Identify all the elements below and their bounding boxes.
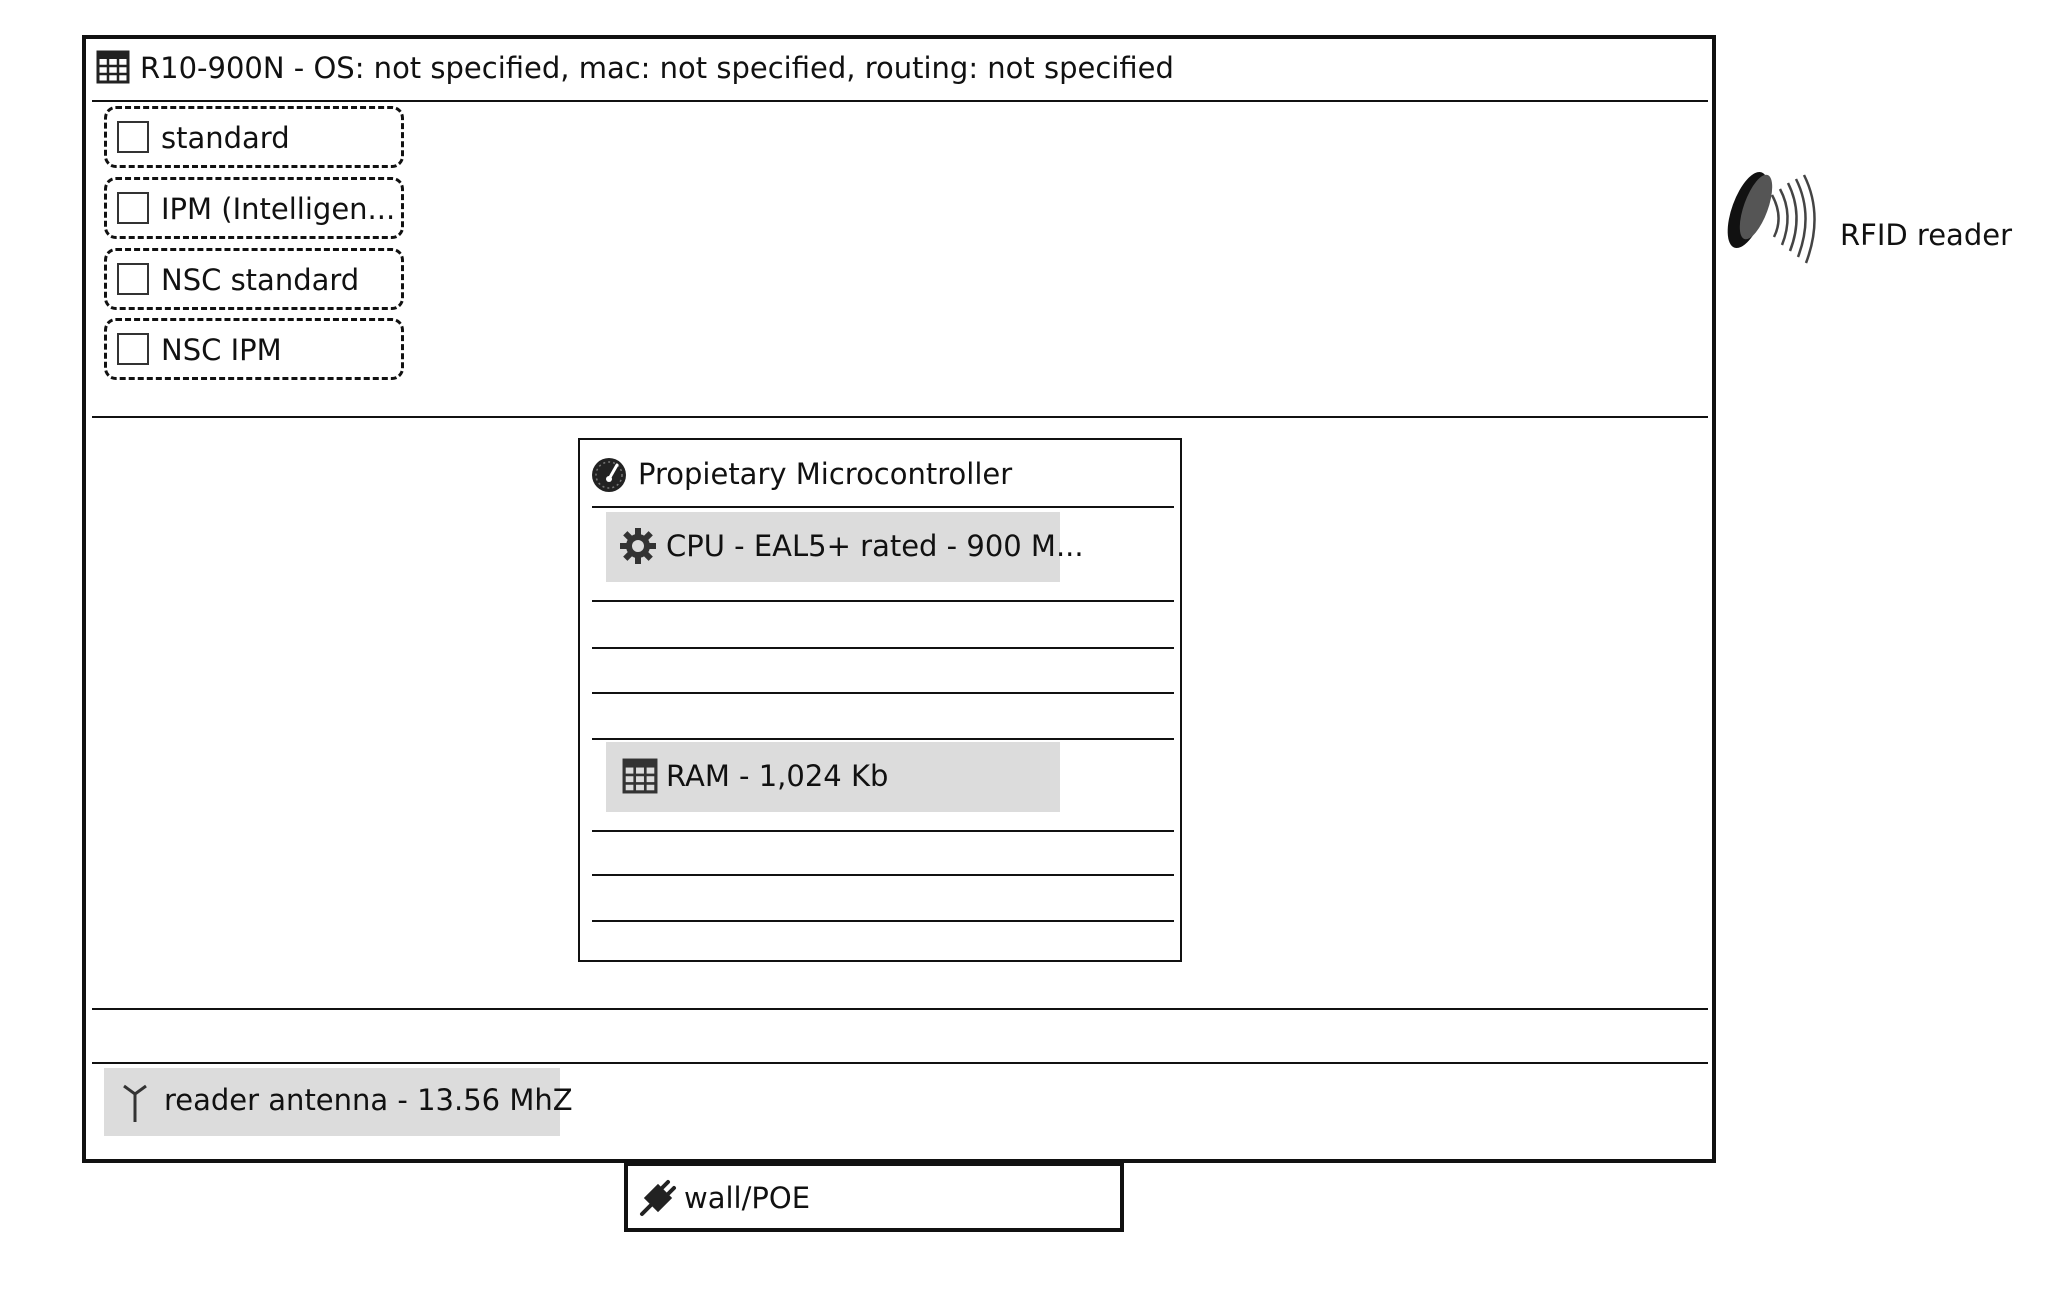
header-divider (92, 100, 1708, 102)
option-item-standard[interactable]: standard (104, 106, 404, 168)
power-port[interactable]: wall/POE (624, 1162, 1124, 1232)
option-label: IPM (Intelligen... (161, 192, 396, 226)
speedometer-icon (592, 458, 626, 492)
mcu-divider (592, 647, 1174, 649)
checkbox[interactable] (117, 192, 149, 224)
plug-icon (640, 1180, 676, 1216)
antenna-label: reader antenna - 13.56 MhZ (164, 1083, 573, 1117)
option-label: standard (161, 121, 290, 155)
cpu-label: CPU - EAL5+ rated - 900 M... (666, 529, 1084, 563)
mcu-divider (592, 506, 1174, 508)
checkbox[interactable] (117, 333, 149, 365)
options-divider (92, 416, 1708, 418)
section-divider (92, 1008, 1708, 1010)
mcu-divider (592, 920, 1174, 922)
mcu-divider (592, 874, 1174, 876)
option-label: NSC standard (161, 263, 360, 297)
ram-chip[interactable]: RAM - 1,024 Kb (606, 742, 1060, 812)
checkbox[interactable] (117, 121, 149, 153)
option-label: NSC IPM (161, 333, 282, 367)
cpu-chip[interactable]: CPU - EAL5+ rated - 900 M... (606, 512, 1084, 582)
microcontroller-title: Propietary Microcontroller (638, 457, 1013, 491)
checkbox[interactable] (117, 263, 149, 295)
option-item-ipm[interactable]: IPM (Intelligen... (104, 177, 404, 239)
mcu-divider (592, 692, 1174, 694)
gear-icon (620, 528, 656, 564)
antenna-chip[interactable]: reader antenna - 13.56 MhZ (104, 1068, 573, 1136)
antenna-icon (123, 1084, 147, 1122)
option-item-nsc-ipm[interactable]: NSC IPM (104, 318, 404, 380)
rfid-reader-label: RFID reader (1840, 218, 2013, 252)
device-title: R10-900N - OS: not specified, mac: not s… (140, 51, 1174, 85)
power-label: wall/POE (684, 1181, 811, 1215)
mcu-divider (592, 600, 1174, 602)
grid-table-icon (96, 50, 130, 84)
grid-table-icon (622, 758, 658, 794)
mcu-divider (592, 830, 1174, 832)
ram-label: RAM - 1,024 Kb (666, 759, 889, 793)
option-item-nsc-standard[interactable]: NSC standard (104, 248, 404, 310)
section-divider (92, 1062, 1708, 1064)
mcu-divider (592, 738, 1174, 740)
rfid-wave-icon (1727, 172, 1816, 264)
